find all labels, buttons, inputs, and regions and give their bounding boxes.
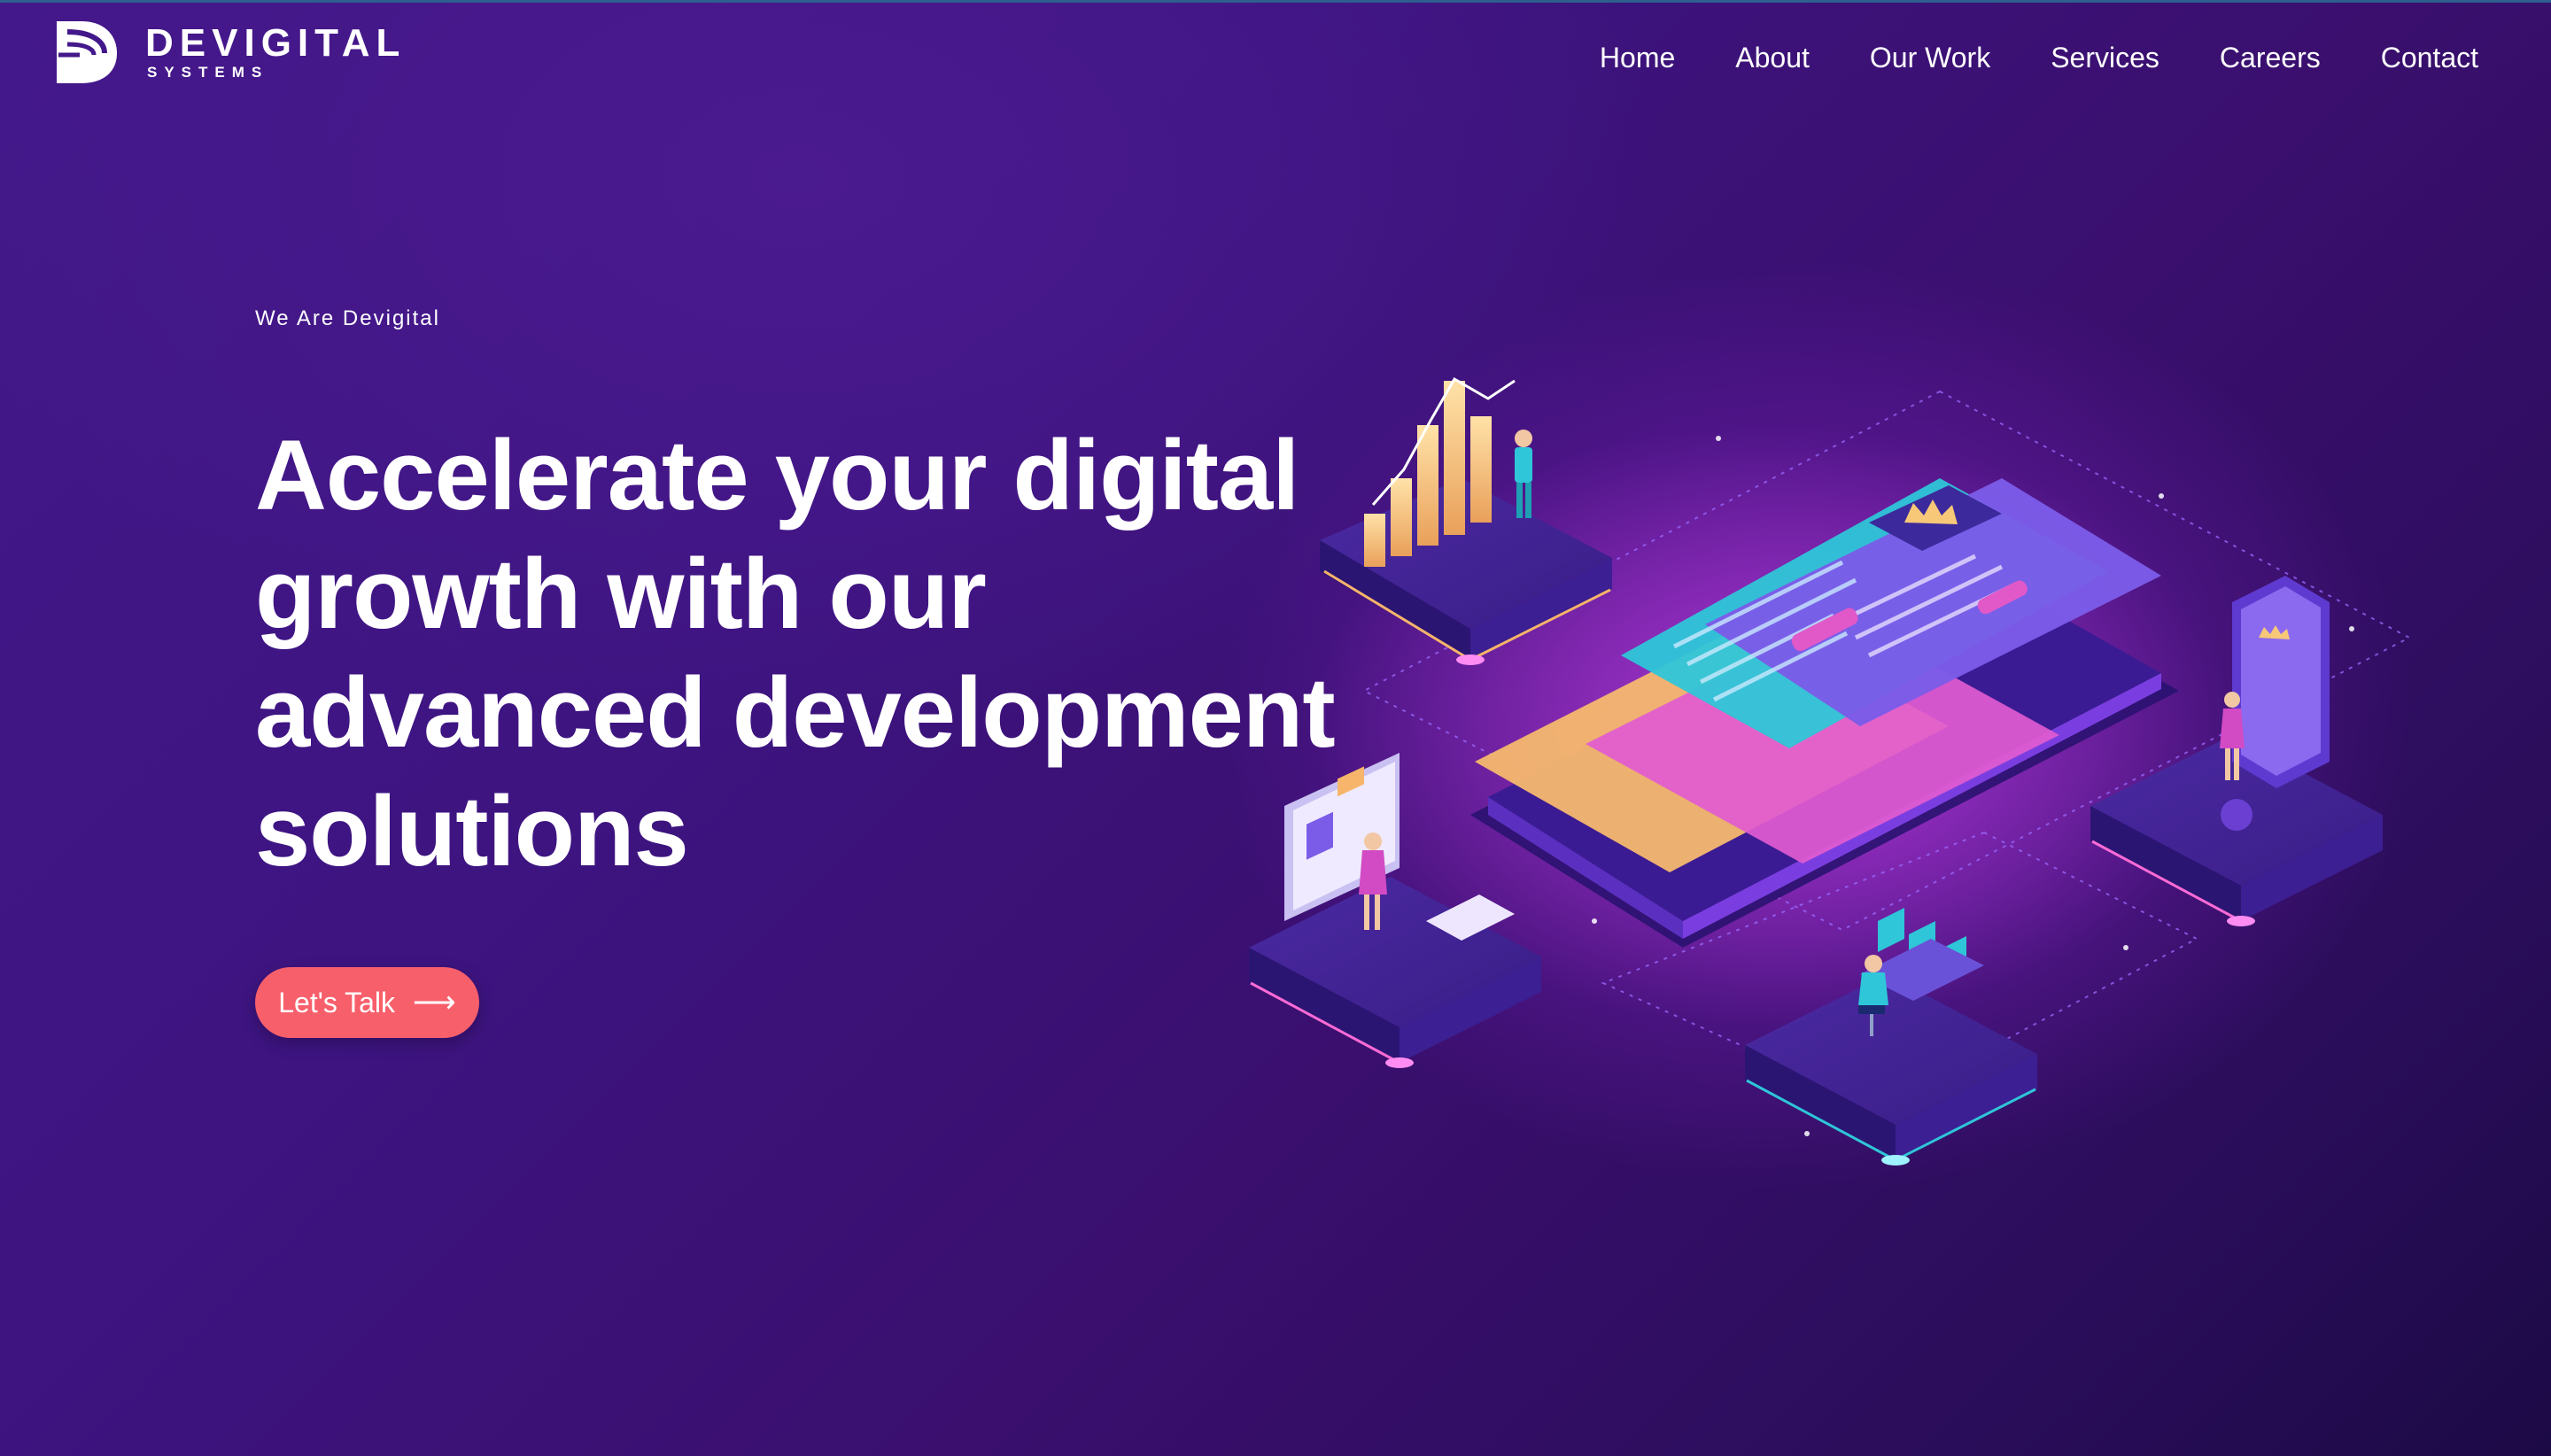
nav-our-work[interactable]: Our Work: [1870, 37, 1990, 78]
nav-services[interactable]: Services: [2051, 37, 2159, 78]
nav-careers[interactable]: Careers: [2220, 37, 2321, 78]
hero-headline: Accelerate your digital growth with our …: [255, 420, 1336, 887]
main-nav: Home About Our Work Services Careers Con…: [1539, 37, 2478, 78]
logo-mark-icon: [55, 19, 119, 85]
hero-illustration: [1249, 376, 2412, 1166]
top-border: [0, 0, 2551, 3]
brand-name: DEVIGITAL: [145, 21, 407, 65]
brand-logo[interactable]: DEVIGITAL SYSTEMS: [55, 19, 406, 85]
nav-about[interactable]: About: [1735, 37, 1810, 78]
lets-talk-button[interactable]: Let's Talk ⟶: [255, 967, 479, 1038]
brand-subtitle: SYSTEMS: [147, 64, 269, 81]
hero-eyebrow: We Are Devigital: [255, 306, 440, 330]
nav-contact[interactable]: Contact: [2381, 37, 2478, 78]
arrow-right-icon: ⟶: [413, 986, 456, 1019]
nav-home[interactable]: Home: [1600, 37, 1675, 78]
cta-label: Let's Talk: [278, 986, 396, 1018]
